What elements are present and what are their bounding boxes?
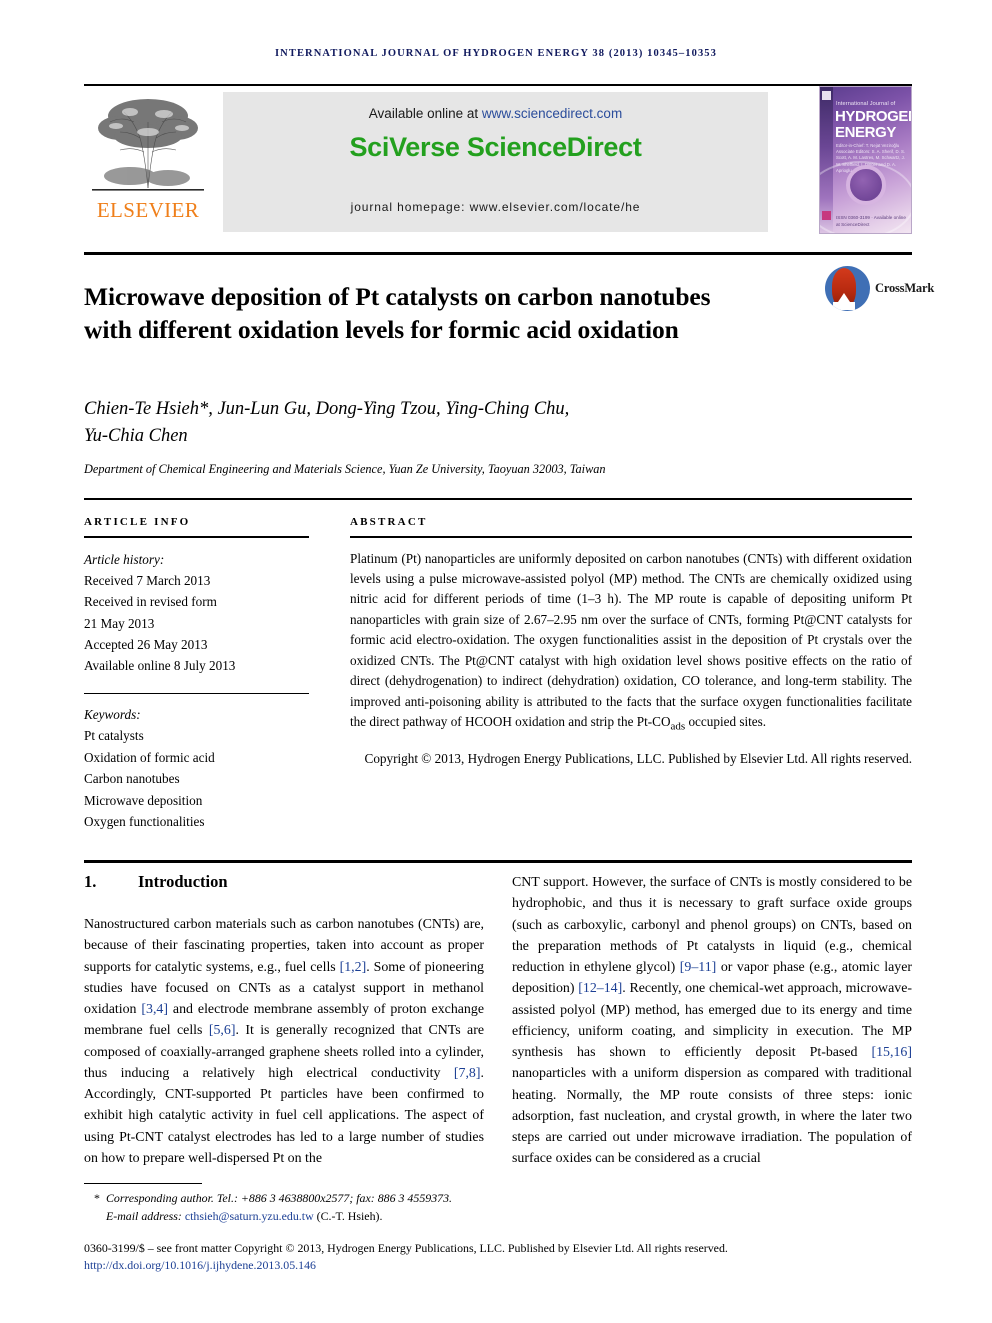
author-line-1: Chien-Te Hsieh*, Jun-Lun Gu, Dong-Ying T… (84, 399, 570, 419)
intro-paragraph-left: Nanostructured carbon materials such as … (84, 914, 484, 1169)
body-top-rule (84, 860, 912, 863)
citation-link[interactable]: [3,4] (141, 1002, 168, 1017)
article-history: Article history: Received 7 March 2013 R… (84, 549, 309, 677)
citation-link[interactable]: [15,16] (871, 1045, 912, 1060)
journal-article-page: International Journal of Hydrogen Energy… (0, 0, 992, 1323)
cover-footer: ISSN 0360-3199 · Available online at Sci… (836, 215, 906, 227)
body-column-right: CNT support. However, the surface of CNT… (512, 872, 912, 1170)
section-number: 1. (84, 872, 97, 891)
email-label: E-mail address: (106, 1208, 185, 1223)
crossmark-badge[interactable]: CrossMark (825, 266, 934, 312)
journal-homepage-line[interactable]: journal homepage: www.elsevier.com/locat… (223, 200, 768, 214)
article-info-column: ARTICLE INFO Article history: Received 7… (84, 516, 309, 832)
sciencedirect-link[interactable]: www.sciencedirect.com (482, 106, 622, 121)
abstract-text: Platinum (Pt) nanoparticles are uniforml… (350, 550, 912, 730)
section-heading-introduction: 1. Introduction (84, 872, 484, 892)
keywords-rule (84, 692, 309, 695)
author-list: Chien-Te Hsieh*, Jun-Lun Gu, Dong-Ying T… (84, 396, 784, 450)
article-info-rule (84, 536, 309, 538)
crossmark-arrow-icon (836, 293, 852, 305)
citation-link[interactable]: [5,6] (209, 1023, 236, 1038)
corresponding-author-note: * Corresponding author. Tel.: +886 3 4638… (84, 1190, 912, 1208)
abstract-text-tail: occupied sites. (685, 714, 767, 730)
asterisk-icon: * (94, 1191, 100, 1205)
email-link[interactable]: cthsieh@saturn.yzu.edu.tw (185, 1209, 314, 1223)
cover-ring-graphic (846, 165, 886, 205)
email-suffix: (C.-T. Hsieh). (313, 1208, 383, 1223)
elsevier-tree-icon (90, 92, 206, 196)
footnote-block: * Corresponding author. Tel.: +886 3 4638… (84, 1190, 912, 1226)
corresponding-author-text: Corresponding author. Tel.: +886 3 46388… (106, 1191, 453, 1205)
abstract-body: Platinum (Pt) nanoparticles are uniforml… (350, 549, 912, 736)
page-title: Microwave deposition of Pt catalysts on … (84, 282, 711, 344)
author-line-2: Yu-Chia Chen (84, 425, 188, 446)
history-item: Available online 8 July 2013 (84, 658, 236, 674)
citation-link[interactable]: [7,8] (454, 1066, 481, 1081)
abstract-heading: ABSTRACT (350, 516, 428, 528)
title-top-rule (84, 252, 912, 255)
body-column-left: 1. Introduction Nanostructured carbon mat… (84, 872, 484, 1169)
history-item: Received in revised form (84, 594, 217, 610)
paragraph-text: nanoparticles with a uniform dispersion … (512, 1066, 912, 1167)
issn-copyright-line: 0360-3199/$ – see front matter Copyright… (84, 1241, 728, 1255)
citation-link[interactable]: [1,2] (340, 960, 367, 975)
citation-link[interactable]: [9–11] (680, 960, 717, 975)
sciverse-sciencedirect-logo: SciVerse ScienceDirect (349, 132, 642, 162)
cover-subtitle: International Journal of (836, 101, 896, 107)
section-title: Introduction (138, 872, 228, 891)
article-history-label: Article history: (84, 551, 165, 567)
elsevier-logo: ELSEVIER (86, 92, 210, 234)
keyword-item: Oxidation of formic acid (84, 749, 215, 765)
abstract-column: ABSTRACT Platinum (Pt) nanoparticles are… (350, 516, 912, 783)
sciencedirect-panel: Available online at www.sciencedirect.co… (223, 92, 768, 232)
cover-top-mark (822, 91, 831, 100)
footnote-rule (84, 1183, 202, 1185)
intro-paragraph-right: CNT support. However, the surface of CNT… (512, 872, 912, 1170)
elsevier-wordmark: ELSEVIER (96, 198, 200, 222)
keywords-label: Keywords: (84, 707, 141, 723)
masthead: ELSEVIER Available online at www.science… (84, 84, 912, 236)
journal-cover-thumbnail: International Journal of HYDROGEN ENERGY… (819, 86, 912, 234)
cover-title-line2: ENERGY (835, 124, 896, 141)
keyword-item: Oxygen functionalities (84, 813, 205, 829)
email-note: E-mail address: cthsieh@saturn.yzu.edu.t… (84, 1208, 912, 1226)
keyword-item: Pt catalysts (84, 728, 144, 744)
doi-link[interactable]: http://dx.doi.org/10.1016/j.ijhydene.201… (84, 1258, 316, 1273)
history-item: Accepted 26 May 2013 (84, 637, 208, 652)
running-head: International Journal of Hydrogen Energy… (274, 48, 718, 59)
available-online-line: Available online at www.sciencedirect.co… (223, 106, 768, 121)
available-online-text: Available online at (368, 106, 482, 121)
article-info-heading: ARTICLE INFO (84, 516, 191, 528)
crossmark-icon (825, 266, 870, 311)
crossmark-label: CrossMark (875, 281, 935, 295)
masthead-top-rule (84, 84, 912, 86)
abstract-copyright: Copyright © 2013, Hydrogen Energy Public… (364, 751, 912, 766)
citation-link[interactable]: [12–14] (578, 981, 622, 996)
history-item: 21 May 2013 (84, 615, 155, 631)
keyword-item: Carbon nanotubes (84, 771, 180, 787)
keyword-item: Microwave deposition (84, 792, 203, 808)
abstract-rule (350, 536, 912, 538)
cover-title-line1: HYDROGEN (835, 108, 912, 125)
info-top-rule (84, 498, 912, 500)
abstract-subscript: ads (670, 720, 686, 733)
keywords-block: Keywords: Pt catalysts Oxidation of form… (84, 704, 309, 832)
history-item: Received 7 March 2013 (84, 572, 211, 588)
affiliation: Department of Chemical Engineering and M… (84, 462, 606, 476)
